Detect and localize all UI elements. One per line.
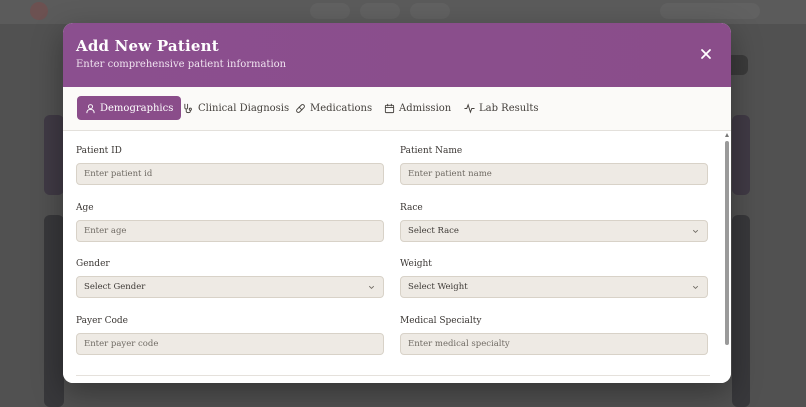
age-label: Age xyxy=(76,203,94,213)
tab-label: Admission xyxy=(399,102,452,114)
add-patient-modal: Add New Patient Enter comprehensive pati… xyxy=(63,23,731,383)
stethoscope-icon xyxy=(183,103,194,114)
chevron-down-icon xyxy=(368,285,375,289)
chevron-down-icon xyxy=(692,229,699,233)
scroll-up-arrow-icon[interactable] xyxy=(725,133,729,137)
patient-id-label: Patient ID xyxy=(76,146,122,156)
modal-header: Add New Patient Enter comprehensive pati… xyxy=(63,23,731,87)
tab-label: Demographics xyxy=(100,102,174,114)
race-label: Race xyxy=(400,203,423,213)
race-select[interactable]: Select Race xyxy=(400,220,708,242)
demographics-form: Patient ID Enter patient id Patient Name… xyxy=(63,131,731,383)
modal-subtitle: Enter comprehensive patient information xyxy=(76,59,287,70)
weight-label: Weight xyxy=(400,259,432,269)
weight-select-value: Select Weight xyxy=(408,282,468,292)
gender-select-value: Select Gender xyxy=(84,282,146,292)
close-button[interactable] xyxy=(698,46,714,62)
medical-specialty-label: Medical Specialty xyxy=(400,316,482,326)
patient-name-label: Patient Name xyxy=(400,146,463,156)
payer-code-placeholder: Enter payer code xyxy=(84,339,159,349)
tab-label: Clinical Diagnosis xyxy=(198,102,290,114)
form-divider xyxy=(76,375,710,376)
age-placeholder: Enter age xyxy=(84,226,127,236)
close-icon xyxy=(701,49,711,59)
modal-title: Add New Patient xyxy=(76,37,219,55)
patient-name-placeholder: Enter patient name xyxy=(408,169,492,179)
weight-select[interactable]: Select Weight xyxy=(400,276,708,298)
patient-id-placeholder: Enter patient id xyxy=(84,169,153,179)
chevron-down-icon xyxy=(692,285,699,289)
calendar-icon xyxy=(384,103,395,114)
tab-clinical-diagnosis[interactable]: Clinical Diagnosis xyxy=(175,96,297,120)
tab-lab-results[interactable]: Lab Results xyxy=(456,96,547,120)
activity-icon xyxy=(464,102,475,114)
race-select-value: Select Race xyxy=(408,226,459,236)
payer-code-label: Payer Code xyxy=(76,316,128,326)
patient-name-input[interactable]: Enter patient name xyxy=(400,163,708,185)
gender-label: Gender xyxy=(76,259,110,269)
tab-admission[interactable]: Admission xyxy=(376,96,459,120)
tab-label: Medications xyxy=(310,102,373,114)
payer-code-input[interactable]: Enter payer code xyxy=(76,333,384,355)
patient-id-input[interactable]: Enter patient id xyxy=(76,163,384,185)
gender-select[interactable]: Select Gender xyxy=(76,276,384,298)
tab-label: Lab Results xyxy=(479,102,539,114)
age-input[interactable]: Enter age xyxy=(76,220,384,242)
medical-specialty-input[interactable]: Enter medical specialty xyxy=(400,333,708,355)
tab-demographics[interactable]: Demographics xyxy=(77,96,182,120)
user-icon xyxy=(85,103,96,114)
scrollbar-thumb[interactable] xyxy=(725,141,729,345)
tab-medications[interactable]: Medications xyxy=(287,96,380,120)
tab-bar: Demographics Clinical Diagnosis Medicati… xyxy=(63,87,731,131)
medical-specialty-placeholder: Enter medical specialty xyxy=(408,339,510,349)
form-scrollbar[interactable] xyxy=(725,133,729,378)
pill-icon xyxy=(295,103,306,114)
